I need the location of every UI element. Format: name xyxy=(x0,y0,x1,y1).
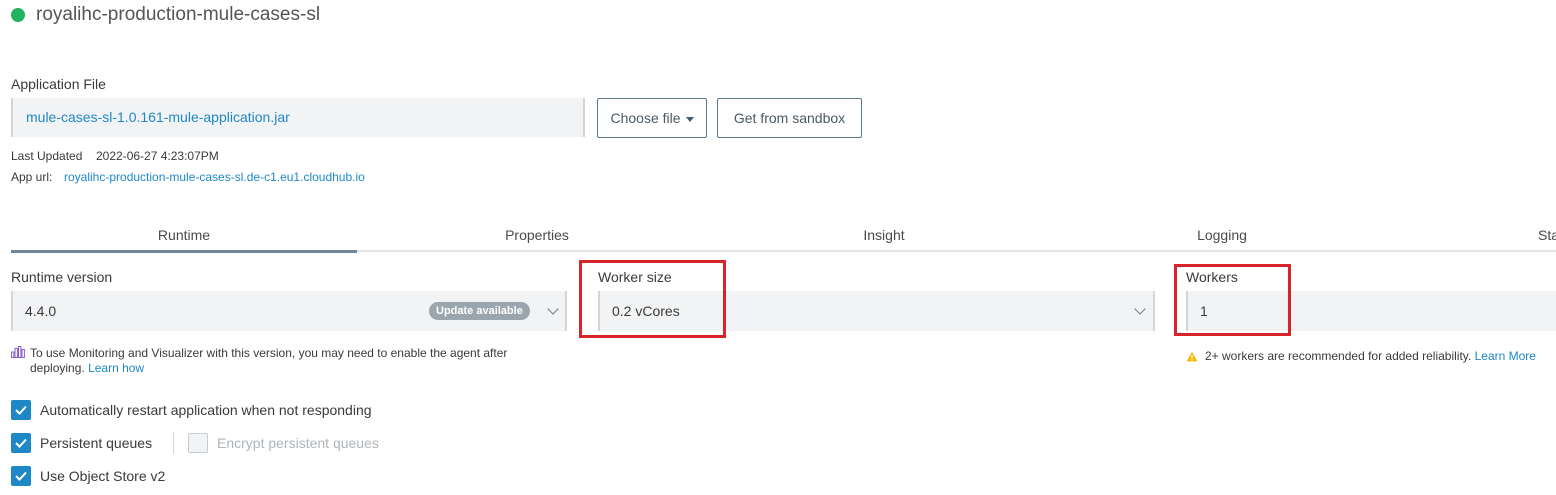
persistent-queues-label: Persistent queues xyxy=(40,435,153,451)
tab-insight[interactable]: Insight xyxy=(711,227,1057,243)
app-url-link[interactable]: royalihc-production-mule-cases-sl.de-c1.… xyxy=(64,170,365,184)
checkmark-icon xyxy=(15,471,27,481)
tab-properties[interactable]: Properties xyxy=(364,227,710,243)
worker-size-highlight-box xyxy=(579,260,726,338)
encrypt-queues-checkbox[interactable] xyxy=(188,433,208,453)
caret-down-icon xyxy=(685,116,694,122)
workers-note: 2+ workers are recommended for added rel… xyxy=(1205,349,1536,363)
last-updated-value: 2022-06-27 4:23:07PM xyxy=(96,149,219,163)
warning-icon xyxy=(1186,351,1198,362)
workers-note-text: 2+ workers are recommended for added rel… xyxy=(1205,349,1472,363)
choose-file-label: Choose file xyxy=(610,110,681,126)
encrypt-queues-label: Encrypt persistent queues xyxy=(217,435,379,451)
learn-more-link[interactable]: Learn More xyxy=(1475,349,1536,363)
checkmark-icon xyxy=(15,438,27,448)
auto-restart-checkbox[interactable] xyxy=(11,400,31,420)
monitoring-icon xyxy=(11,346,25,358)
persistent-queues-checkbox[interactable] xyxy=(11,433,31,453)
active-tab-indicator xyxy=(11,250,357,253)
tab-runtime[interactable]: Runtime xyxy=(11,227,357,243)
object-store-v2-label: Use Object Store v2 xyxy=(40,468,166,484)
get-from-sandbox-button[interactable]: Get from sandbox xyxy=(717,98,862,138)
update-available-badge: Update available xyxy=(429,302,530,320)
checkmark-icon xyxy=(15,405,27,415)
divider xyxy=(173,432,174,454)
tab-static-ips[interactable]: Sta xyxy=(1538,227,1556,243)
workers-highlight-box xyxy=(1174,264,1291,336)
application-file-name[interactable]: mule-cases-sl-1.0.161-mule-application.j… xyxy=(26,109,290,125)
runtime-version-value: 4.4.0 xyxy=(25,303,57,319)
last-updated-label: Last Updated xyxy=(11,149,83,163)
choose-file-button[interactable]: Choose file xyxy=(597,98,707,138)
application-file-label: Application File xyxy=(11,76,106,92)
status-dot-icon xyxy=(11,8,25,22)
tab-logging[interactable]: Logging xyxy=(1049,227,1395,243)
app-url-label: App url: xyxy=(11,170,53,184)
app-title: royalihc-production-mule-cases-sl xyxy=(36,4,321,25)
auto-restart-label: Automatically restart application when n… xyxy=(40,402,372,418)
runtime-version-label: Runtime version xyxy=(11,269,113,285)
learn-how-link[interactable]: Learn how xyxy=(88,361,144,375)
monitoring-note: To use Monitoring and Visualizer with th… xyxy=(30,346,550,376)
object-store-v2-checkbox[interactable] xyxy=(11,466,31,486)
